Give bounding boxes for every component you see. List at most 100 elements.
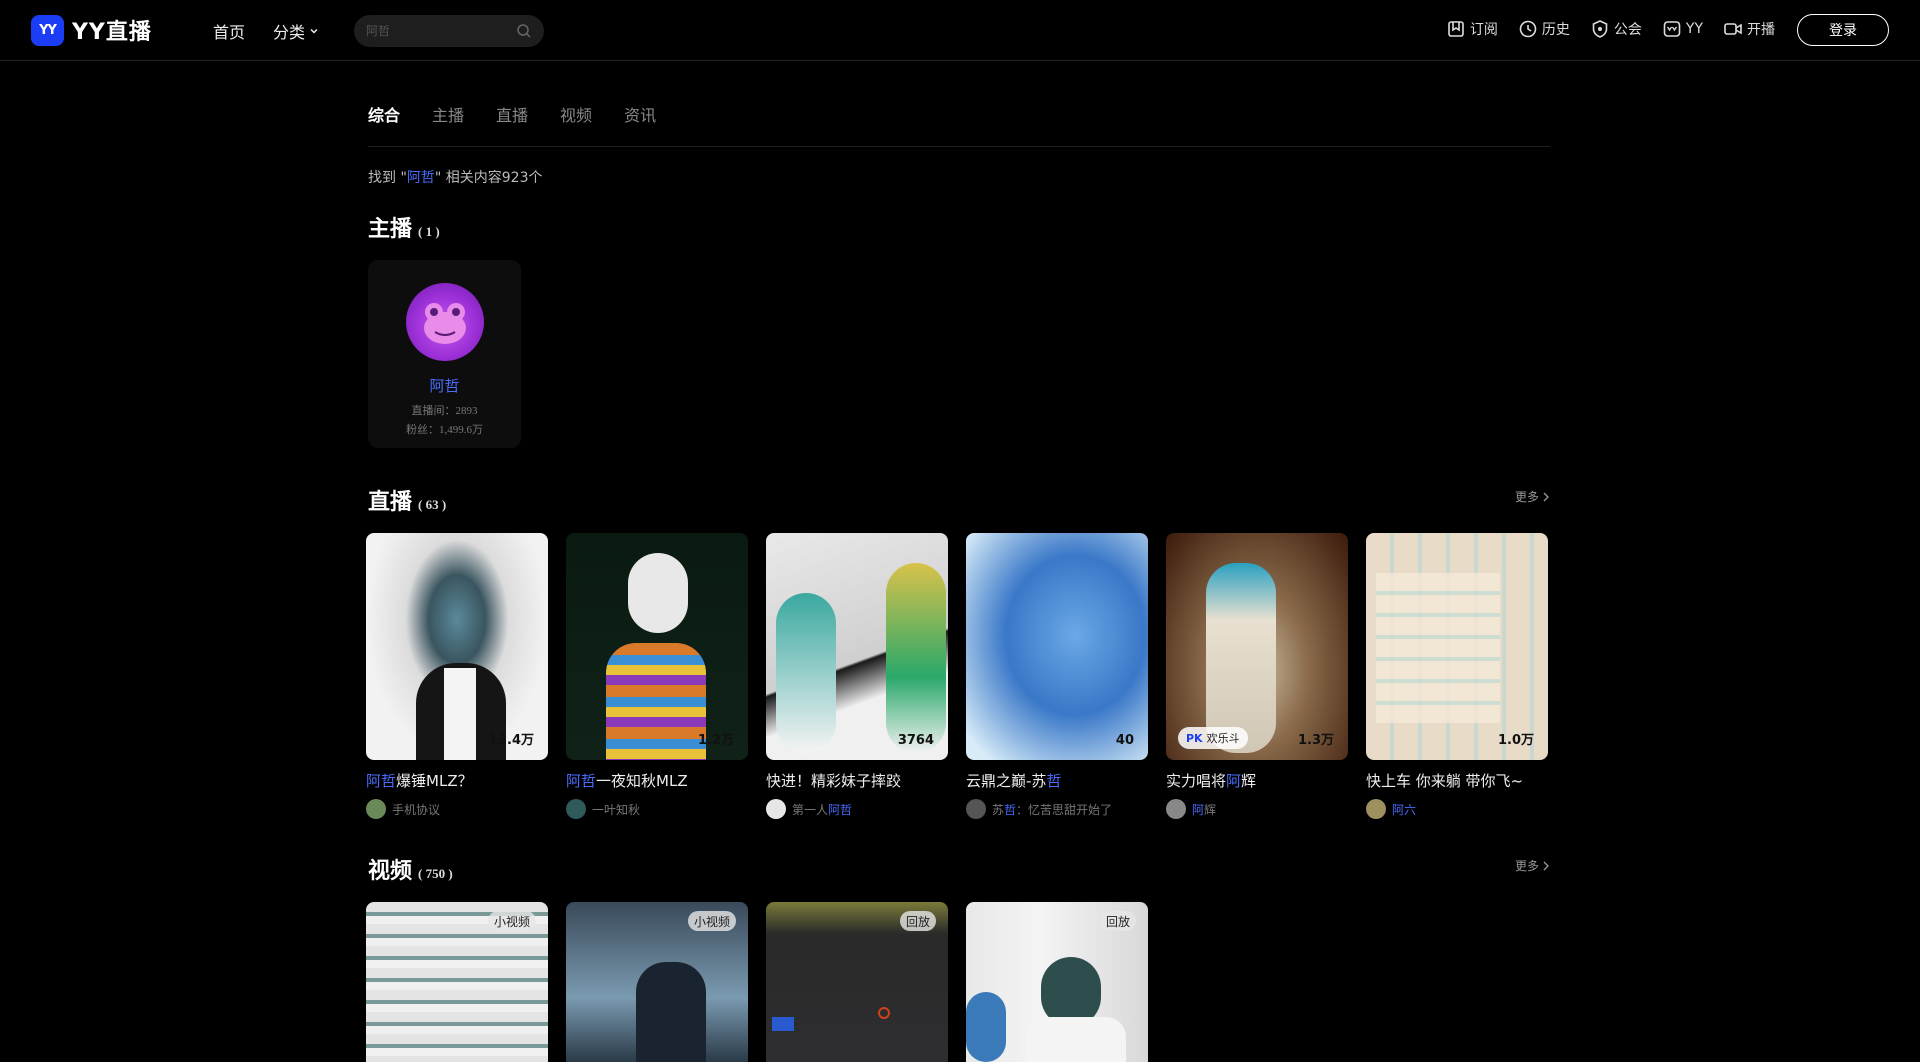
streamer-card[interactable]: 阿哲 直播间：2893 粉丝：1,499.6万 (368, 260, 521, 448)
live-streamer[interactable]: 阿六 (1366, 799, 1548, 819)
result-summary-suffix: " 相关内容923个 (434, 170, 543, 186)
live-card[interactable]: 13.4万 阿哲爆锤MLZ？ 手机协议 (366, 533, 548, 819)
video-grid: 小视频 小视频 回放 回放 (366, 902, 1550, 1062)
shield-icon (1592, 20, 1608, 38)
section-videos-header: 视频 ( 750 ) 更多 (368, 853, 1550, 885)
avatar (1366, 799, 1386, 819)
viewer-count: 1.3万 (1297, 733, 1334, 748)
live-thumbnail[interactable]: 13.4万 (366, 533, 548, 760)
nav-subscribe-label: 订阅 (1469, 22, 1498, 38)
viewer-count: 1.2万 (697, 733, 734, 748)
nav-subscribe[interactable]: 订阅 (1446, 19, 1498, 39)
live-streamer[interactable]: 一叶知秋 (566, 799, 748, 819)
yy-logo-icon: YY (31, 14, 64, 46)
nav-go-live[interactable]: 开播 (1723, 19, 1775, 39)
tab-streamers[interactable]: 主播 (432, 102, 464, 146)
videos-more-link[interactable]: 更多 (1515, 857, 1550, 874)
search-input[interactable] (366, 24, 516, 38)
video-thumbnail[interactable]: 小视频 (566, 902, 748, 1062)
tab-videos[interactable]: 视频 (560, 102, 592, 146)
login-button[interactable]: 登录 (1797, 14, 1889, 46)
section-live-header: 直播 ( 63 ) 更多 (368, 484, 1550, 516)
nav-yy[interactable]: YY (1662, 19, 1703, 39)
video-thumbnail[interactable]: 回放 (966, 902, 1148, 1062)
live-title-text: 一夜知秋MLZ (596, 772, 688, 790)
logo-text: YY直播 (72, 20, 152, 45)
result-keyword: 阿哲 (406, 170, 435, 186)
live-title-text: 快进！精彩妹子摔跤 (766, 772, 902, 790)
avatar (766, 799, 786, 819)
tab-all[interactable]: 综合 (368, 102, 400, 146)
streamer-fans: 粉丝：1,499.6万 (406, 424, 483, 436)
live-streamer-keyword: 阿 (1392, 802, 1405, 817)
avatar (1166, 799, 1186, 819)
live-thumbnail[interactable]: 1.0万 (1366, 533, 1548, 760)
nav-yy-label: YY (1685, 21, 1703, 37)
top-bar: YY YY直播 首页 分类 订阅 历史 公会 YY 开播 (0, 0, 1920, 61)
live-card[interactable]: 1.0万 快上车 你来躺 带你飞~ 阿六 (1366, 533, 1548, 819)
streamer-name[interactable]: 阿哲 (429, 375, 459, 396)
nav-history[interactable]: 历史 (1518, 19, 1570, 39)
live-thumbnail[interactable]: 40 (966, 533, 1148, 760)
nav-home[interactable]: 首页 (213, 19, 245, 43)
live-more-label: 更多 (1514, 490, 1539, 504)
live-streamer[interactable]: 手机协议 (366, 799, 548, 819)
video-thumbnail[interactable]: 小视频 (366, 902, 548, 1062)
video-card[interactable]: 回放 (766, 902, 948, 1062)
section-live-count: ( 63 ) (418, 497, 447, 512)
search-icon[interactable] (516, 23, 532, 39)
section-videos-label: 视频 (368, 859, 413, 884)
result-tabs: 综合 主播 直播 视频 资讯 (368, 61, 1550, 147)
viewer-count: 3764 (897, 733, 934, 748)
live-title-keyword: 阿 (1226, 772, 1242, 790)
video-thumbnail[interactable]: 回放 (766, 902, 948, 1062)
nav-go-live-label: 开播 (1747, 22, 1775, 38)
result-summary-prefix: 找到 " (368, 170, 407, 186)
live-thumbnail[interactable]: 1.2万 (566, 533, 748, 760)
live-streamer[interactable]: 阿辉 (1166, 799, 1348, 819)
nav-category[interactable]: 分类 (273, 19, 319, 43)
live-streamer-name: 辉 (1204, 802, 1217, 817)
live-title-text: 快上车 你来躺 带你飞~ (1366, 772, 1524, 790)
live-card[interactable]: 3764 快进！精彩妹子摔跤 第一人 阿哲 (766, 533, 948, 819)
live-thumbnail[interactable]: PK 欢乐斗 1.3万 (1166, 533, 1348, 760)
nav-history-label: 历史 (1541, 22, 1570, 38)
search-box[interactable] (354, 15, 544, 47)
live-card[interactable]: PK 欢乐斗 1.3万 实力唱将阿辉 阿辉 (1166, 533, 1348, 819)
chevron-right-icon (1543, 492, 1549, 501)
videos-more-label: 更多 (1514, 859, 1539, 873)
tab-live[interactable]: 直播 (496, 102, 528, 146)
logo[interactable]: YY YY直播 (31, 14, 152, 46)
tab-news[interactable]: 资讯 (624, 102, 656, 146)
section-streamers-count: ( 1 ) (418, 224, 440, 239)
video-card[interactable]: 回放 (966, 902, 1148, 1062)
live-streamer[interactable]: 第一人 阿哲 (766, 799, 948, 819)
bookmark-icon (1448, 21, 1464, 37)
video-card[interactable]: 小视频 (566, 902, 748, 1062)
clock-icon (1519, 20, 1537, 38)
live-streamer[interactable]: 苏哲：忆苦思甜开始了 (966, 799, 1148, 819)
live-title-keyword: 阿哲 (366, 772, 397, 790)
live-title-text: 云鼎之巅-苏 (966, 772, 1047, 790)
viewer-count: 13.4万 (488, 733, 534, 748)
live-streamer-name: 手机协议 (392, 802, 441, 817)
live-title-keyword: 阿哲 (566, 772, 597, 790)
live-thumbnail[interactable]: 3764 (766, 533, 948, 760)
live-title-text: 实力唱将 (1166, 772, 1227, 790)
video-tag: 回放 (1099, 911, 1136, 931)
live-card[interactable]: 40 云鼎之巅-苏哲 苏哲：忆苦思甜开始了 (966, 533, 1148, 819)
pk-icon: PK (1186, 731, 1203, 745)
live-card[interactable]: 1.2万 阿哲一夜知秋MLZ 一叶知秋 (566, 533, 748, 819)
live-more-link[interactable]: 更多 (1515, 488, 1550, 505)
streamer-meta: 直播间：2893 粉丝：1,499.6万 (406, 402, 483, 440)
video-tag: 小视频 (687, 911, 736, 931)
section-live-title: 直播 ( 63 ) (368, 484, 1550, 516)
viewer-count: 40 (1115, 733, 1134, 748)
live-streamer-keyword: 阿 (1192, 802, 1205, 817)
nav-guild[interactable]: 公会 (1590, 19, 1642, 39)
live-title: 快进！精彩妹子摔跤 (766, 770, 948, 791)
video-card[interactable]: 小视频 (366, 902, 548, 1062)
main-nav: 首页 分类 (213, 19, 319, 43)
live-title: 阿哲一夜知秋MLZ (566, 770, 748, 791)
live-title: 快上车 你来躺 带你飞~ (1366, 770, 1548, 791)
